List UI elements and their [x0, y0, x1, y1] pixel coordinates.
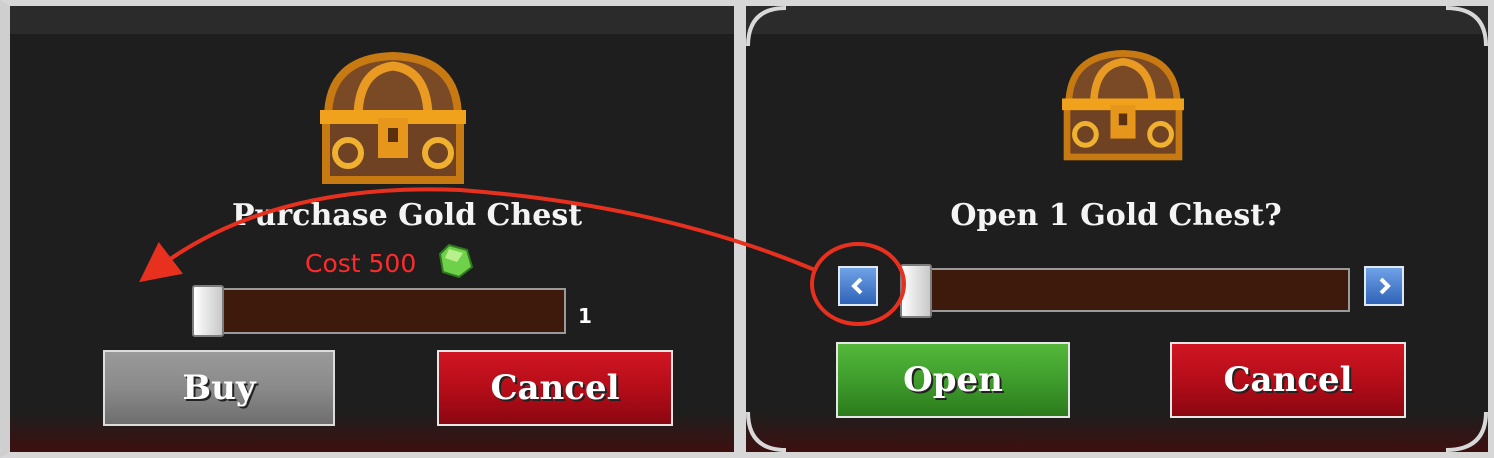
annotation-overlay — [139, 187, 906, 326]
annotation-circle — [810, 242, 906, 326]
annotation-arrow — [139, 187, 816, 283]
